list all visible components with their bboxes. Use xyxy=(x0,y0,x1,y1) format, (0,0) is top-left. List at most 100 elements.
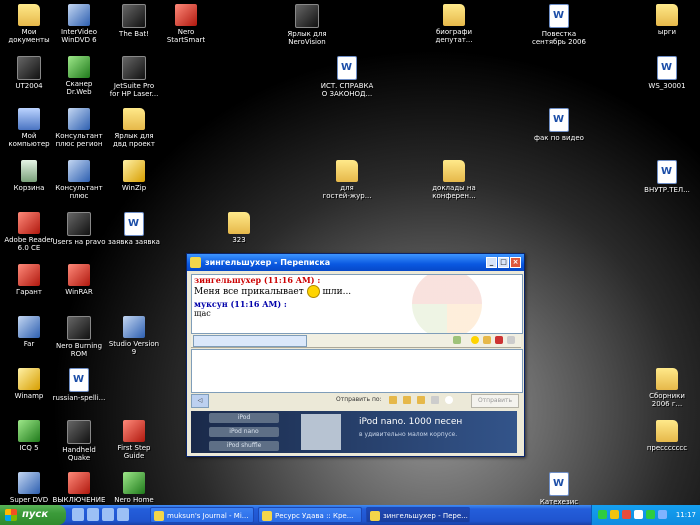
desktop-icon[interactable]: WinZip xyxy=(105,160,163,192)
chevron-down-icon[interactable] xyxy=(507,336,515,344)
ad-banner[interactable]: iPod iPod nano iPod shuffle iPod nano. 1… xyxy=(191,411,517,453)
send-option-icon[interactable] xyxy=(431,396,439,404)
desktop-icon[interactable]: WinRAR xyxy=(50,264,108,296)
ad-headline: iPod nano. 1000 песен xyxy=(359,417,463,427)
desktop-icon[interactable]: ВЫКЛЮЧЕНИЕ xyxy=(50,472,108,504)
doc-icon xyxy=(549,472,569,496)
message-log[interactable]: зингельшухер (11:16 AM) : Меня все прика… xyxy=(191,274,523,334)
desktop-icon[interactable]: Консультант плюс регион xyxy=(50,108,108,148)
desktop-icon-label: WinZip xyxy=(121,184,147,192)
desktop-icon[interactable]: фак по видео xyxy=(530,108,588,142)
app-icon xyxy=(68,4,90,26)
taskbar-button[interactable]: muksun's Journal - Mi... xyxy=(150,507,254,523)
green-icon xyxy=(18,420,40,442)
doc-icon xyxy=(657,160,677,184)
quick-launch-icon[interactable] xyxy=(117,508,129,521)
taskbar-button-label: зингельшухер - Пере... xyxy=(383,512,468,520)
desktop-icon[interactable]: First Step Guide xyxy=(105,420,163,460)
dark-icon xyxy=(122,4,146,28)
desktop-icon[interactable]: Studio Version 9 xyxy=(105,316,163,356)
desktop-icon[interactable]: The Bat! xyxy=(105,4,163,38)
desktop-icon-label: russian-spelli... xyxy=(52,394,106,402)
desktop-icon[interactable]: Катехезис xyxy=(530,472,588,506)
tray-icon[interactable] xyxy=(610,510,619,519)
desktop-icon[interactable]: Ярлык для двд проект xyxy=(105,108,163,148)
smiley-picker-icon[interactable] xyxy=(471,336,479,344)
desktop-icon[interactable]: Сканер Dr.Web xyxy=(50,56,108,96)
desktop-icon[interactable]: доклады на конферен... xyxy=(425,160,483,200)
desktop-icon[interactable]: прессссссс xyxy=(638,420,696,452)
input-tab[interactable] xyxy=(193,335,307,347)
quick-launch-icon[interactable] xyxy=(87,508,99,521)
app-icon xyxy=(18,472,40,494)
desktop-icon-label: Консультант плюс xyxy=(55,184,103,200)
doc-icon xyxy=(549,108,569,132)
desktop-icon-label: Nero Home xyxy=(114,496,154,504)
desktop-icon[interactable]: ИСТ. СПРАВКА О ЗАКОНОД... xyxy=(318,56,376,98)
start-button[interactable]: пуск xyxy=(0,505,66,525)
close-button[interactable]: × xyxy=(510,257,521,268)
chat-window[interactable]: зингельшухер - Переписка _ □ × зингельшу… xyxy=(186,253,525,457)
dark-icon xyxy=(67,420,91,444)
red-icon xyxy=(68,264,90,286)
folder-icon xyxy=(443,4,465,26)
ipod-label: iPod xyxy=(209,413,279,423)
history-icon[interactable] xyxy=(495,336,503,344)
taskbar-button[interactable]: Ресурс Удава :: Кре... xyxy=(258,507,362,523)
desktop-icon[interactable]: биографи депутат... xyxy=(425,4,483,44)
doc-icon xyxy=(549,4,569,28)
desktop-icon[interactable]: заявка заявка xyxy=(105,212,163,246)
desktop-icon[interactable]: Users на pravo xyxy=(50,212,108,246)
ipod-label: iPod nano xyxy=(209,427,279,437)
desktop-icon[interactable]: Nero Home xyxy=(105,472,163,504)
tray-icon[interactable] xyxy=(646,510,655,519)
desktop-icon[interactable]: ырги xyxy=(638,4,696,36)
desktop-icon[interactable]: russian-spelli... xyxy=(50,368,108,402)
desktop-icon[interactable]: Ярлык для NeroVision xyxy=(278,4,336,46)
message-input[interactable] xyxy=(191,349,523,393)
desktop-icon[interactable]: Консультант плюс xyxy=(50,160,108,200)
chat-window-titlebar[interactable]: зингельшухер - Переписка _ □ × xyxy=(187,254,524,271)
desktop-icon[interactable]: Nero Burning ROM xyxy=(50,316,108,358)
maximize-button[interactable]: □ xyxy=(498,257,509,268)
tray-icon[interactable] xyxy=(634,510,643,519)
send-option-icon[interactable] xyxy=(417,396,425,404)
quick-launch xyxy=(72,508,129,521)
tray-icon[interactable] xyxy=(622,510,631,519)
tray-icon[interactable] xyxy=(658,510,667,519)
desktop-icon[interactable]: JetSuite Pro for HP Laser... xyxy=(105,56,163,98)
desktop-icon[interactable]: Сборники 2006 г... xyxy=(638,368,696,408)
desktop-icon[interactable]: Handheld Quake xyxy=(50,420,108,462)
send-button[interactable]: Отправить xyxy=(471,394,519,408)
desktop-icon-label: WinRAR xyxy=(65,288,93,296)
send-option-icon[interactable] xyxy=(389,396,397,404)
desktop-icon-label: 323 xyxy=(232,236,246,244)
red-icon xyxy=(123,420,145,442)
desktop-icon-label: Users на pravo xyxy=(52,238,106,246)
tray-icon[interactable] xyxy=(598,510,607,519)
quick-launch-icon[interactable] xyxy=(102,508,114,521)
app-icon xyxy=(123,316,145,338)
desktop-icon[interactable]: Nero StartSmart xyxy=(157,4,215,44)
desktop-icon[interactable]: WS_30001 xyxy=(638,56,696,90)
desktop-icon-label: JetSuite Pro for HP Laser... xyxy=(109,82,159,98)
font-icon[interactable] xyxy=(453,336,461,344)
desktop-icon-label: Ярлык для двд проект xyxy=(113,132,155,148)
send-option-icon[interactable] xyxy=(403,396,411,404)
app-icon xyxy=(68,108,90,130)
quick-launch-icon[interactable] xyxy=(72,508,84,521)
green-icon xyxy=(123,472,145,494)
minimize-button[interactable]: _ xyxy=(486,257,497,268)
color-icon[interactable] xyxy=(483,336,491,344)
desktop-icon[interactable]: для гостей-жур... xyxy=(318,160,376,200)
send-option-icon[interactable] xyxy=(445,396,453,404)
sidebar-toggle-button[interactable]: ◁ xyxy=(191,394,209,408)
ipod-image xyxy=(301,414,341,450)
taskbar-button[interactable]: зингельшухер - Пере... xyxy=(366,507,470,523)
desktop-icon[interactable]: 323 xyxy=(210,212,268,244)
desktop-icon[interactable]: ВНУТР.ТЕЛ... xyxy=(638,160,696,194)
desktop-icon[interactable]: Повестка сентябрь 2006 xyxy=(530,4,588,46)
dark-icon xyxy=(67,212,91,236)
red-icon xyxy=(175,4,197,26)
desktop-icon[interactable]: InterVideo WinDVD 6 xyxy=(50,4,108,44)
